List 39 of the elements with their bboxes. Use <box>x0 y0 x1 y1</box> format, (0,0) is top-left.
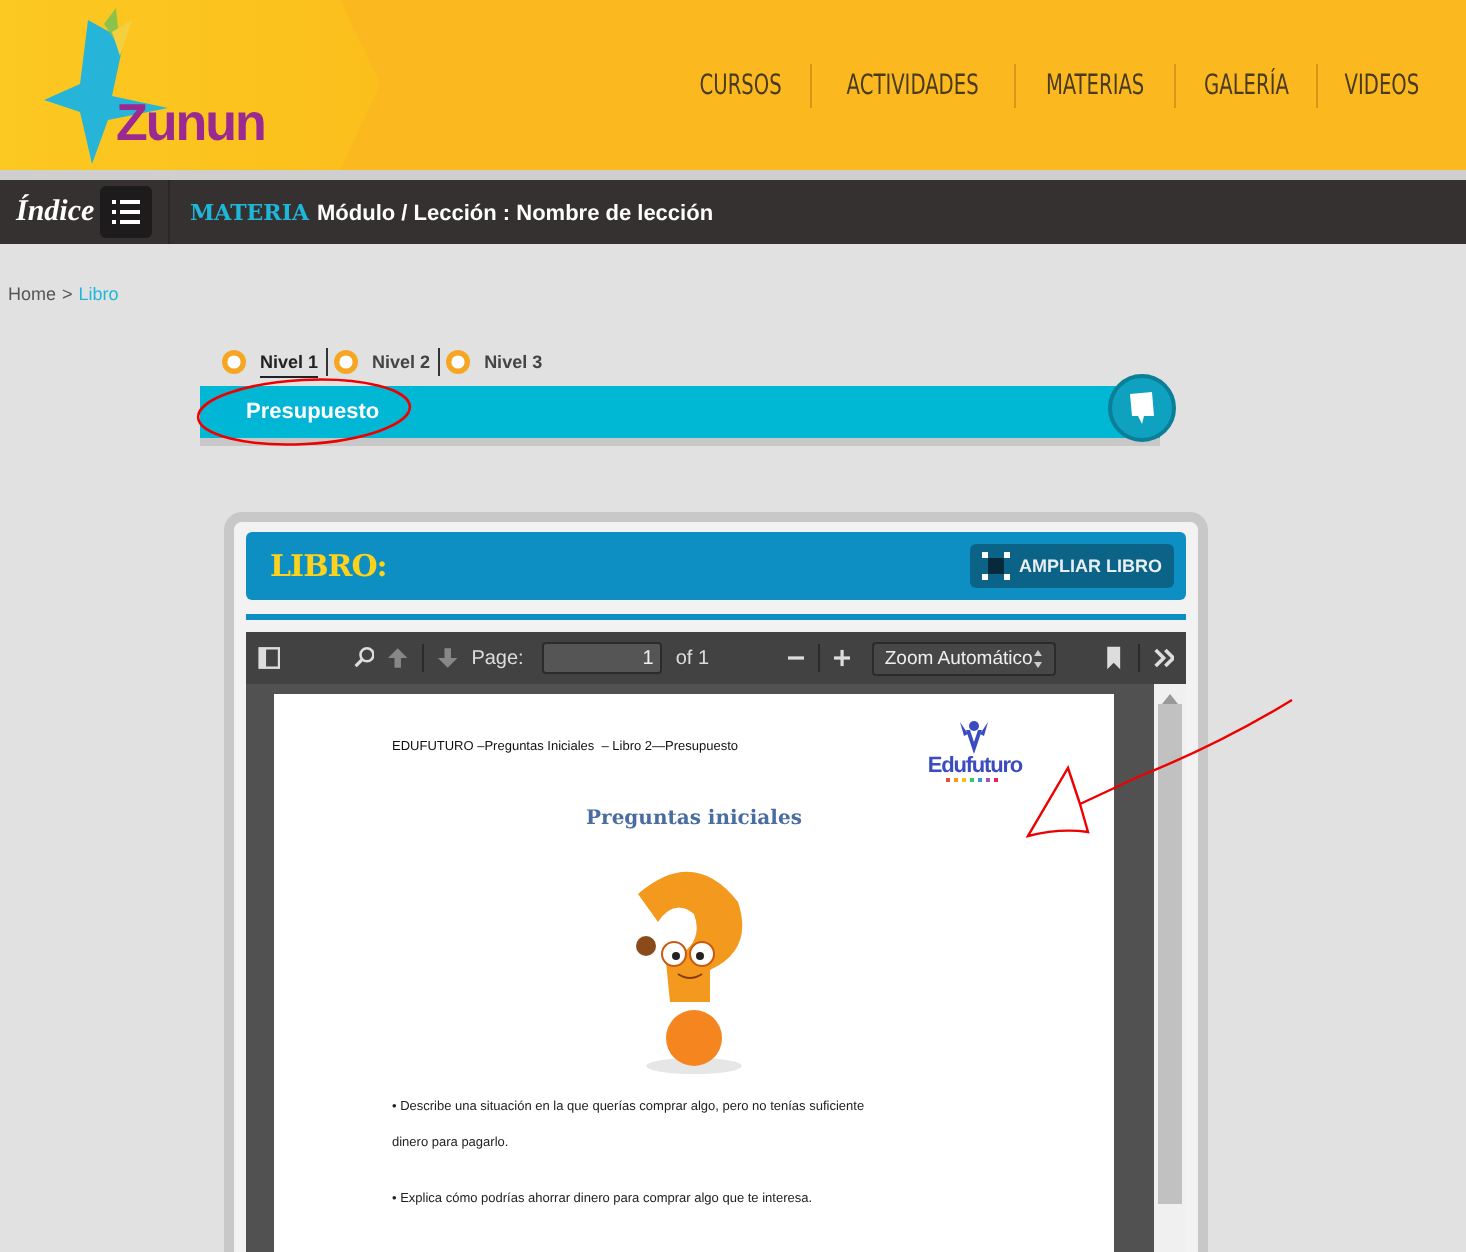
book-button[interactable] <box>1108 374 1176 442</box>
menu-icon <box>112 198 140 226</box>
page-number-field[interactable]: 1 <box>541 642 662 674</box>
breadcrumb-separator: > <box>62 284 73 308</box>
expand-book-button[interactable]: AMPLIAR LIBRO <box>969 544 1174 588</box>
nav-link[interactable]: VIDEOS <box>1341 69 1423 101</box>
level-tab[interactable]: Nivel 3 <box>484 348 543 376</box>
page-label: Page: <box>471 647 524 669</box>
select-caret-icon <box>1032 647 1045 669</box>
nav-link[interactable]: GALERÍA <box>1200 69 1292 101</box>
logo-text: Zunun <box>116 92 265 154</box>
double-chevron-icon[interactable] <box>1153 644 1175 672</box>
people-logo-icon <box>956 718 993 754</box>
lesson-path: Módulo / Lección : Nombre de lección <box>317 201 714 225</box>
page-count: of 1 <box>675 647 710 669</box>
arrow-down-icon[interactable] <box>437 644 458 672</box>
zoom-in-icon[interactable] <box>834 644 851 672</box>
expand-icon <box>981 552 1009 580</box>
subject-label: MATERIA <box>190 199 310 225</box>
level-tab[interactable]: Nivel 2 <box>372 348 431 376</box>
flag-icon <box>1126 390 1158 426</box>
scrollbar[interactable] <box>1154 684 1186 1252</box>
arrow-up-icon[interactable] <box>388 644 409 672</box>
level-tab[interactable]: Nivel 1 <box>260 347 319 377</box>
brand-name: Edufuturo <box>927 754 1022 778</box>
nav-link[interactable]: CURSOS <box>696 69 786 101</box>
zoom-select[interactable]: Zoom Automático <box>872 641 1057 675</box>
menu-button[interactable] <box>100 186 152 238</box>
search-icon[interactable] <box>353 644 375 672</box>
book-title: LIBRO: <box>270 548 387 584</box>
nav-link[interactable]: MATERIAS <box>1041 69 1147 101</box>
breadcrumb-link[interactable]: Home <box>8 284 57 308</box>
level-dot-icon <box>444 348 473 376</box>
sidebar-toggle-icon[interactable] <box>258 644 281 672</box>
nav-link[interactable]: ACTIVIDADES <box>843 69 982 101</box>
level-dot-icon <box>332 348 361 376</box>
document-heading: Preguntas iniciales <box>584 808 804 830</box>
level-dot-icon <box>220 348 248 376</box>
bookmark-icon[interactable] <box>1103 644 1124 672</box>
